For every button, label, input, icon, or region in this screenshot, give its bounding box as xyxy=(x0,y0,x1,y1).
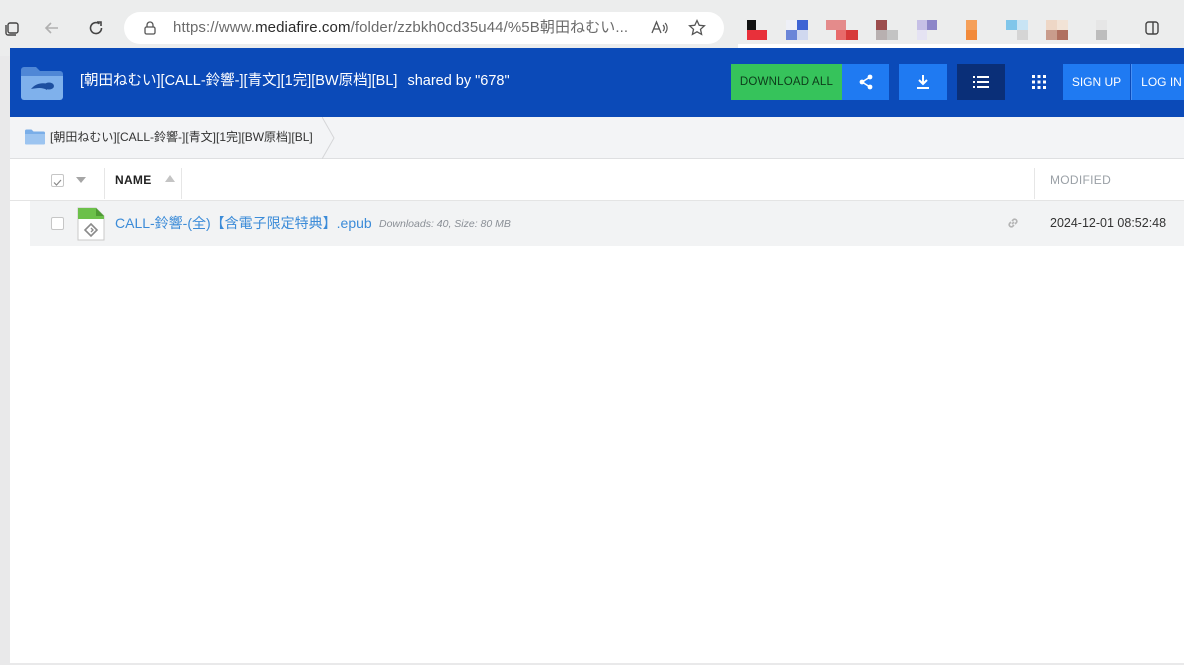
download-all-button[interactable]: DOWNLOAD ALL xyxy=(731,64,842,100)
log-in-button[interactable]: LOG IN xyxy=(1131,64,1184,100)
page-content: [朝田ねむい][CALL-鈴響-][青文][1完][BW原档][BL] share… xyxy=(10,48,1184,663)
column-divider xyxy=(181,168,182,199)
read-aloud-icon[interactable] xyxy=(649,18,669,38)
breadcrumb: [朝田ねむい][CALL-鈴響-][青文][1完][BW原档][BL] xyxy=(10,117,1184,159)
epub-file-icon xyxy=(77,207,105,241)
share-button[interactable] xyxy=(842,64,889,100)
grid-view-icon xyxy=(1032,75,1046,89)
bookmark-favicon-8[interactable] xyxy=(1046,20,1068,40)
grid-view-button[interactable] xyxy=(1015,64,1063,100)
bookmark-favicon-5[interactable] xyxy=(917,20,937,40)
column-header: NAME MODIFIED xyxy=(10,159,1184,201)
address-bar[interactable]: https://www.mediafire.com/folder/zzbkh0c… xyxy=(124,12,724,44)
folder-icon xyxy=(25,129,45,145)
download-icon xyxy=(917,75,929,89)
bookmark-favicon-2[interactable] xyxy=(786,20,808,40)
download-button[interactable] xyxy=(899,64,947,100)
list-view-button[interactable] xyxy=(957,64,1005,100)
sort-up-icon[interactable] xyxy=(165,175,175,182)
breadcrumb-item[interactable]: [朝田ねむい][CALL-鈴響-][青文][1完][BW原档][BL] xyxy=(50,117,313,158)
name-column-header[interactable]: NAME xyxy=(115,159,152,201)
column-divider xyxy=(104,168,105,199)
column-divider xyxy=(1034,168,1035,199)
folder-header: [朝田ねむい][CALL-鈴響-][青文][1完][BW原档][BL] share… xyxy=(10,48,1184,117)
bookmark-favicon-3[interactable] xyxy=(826,20,858,40)
folder-logo-icon[interactable] xyxy=(19,62,65,102)
bookmark-favicon-6[interactable] xyxy=(966,20,977,40)
sign-up-button[interactable]: SIGN UP xyxy=(1063,64,1130,100)
share-icon xyxy=(859,74,872,90)
split-screen-icon[interactable] xyxy=(1140,16,1164,40)
url-text[interactable]: https://www.mediafire.com/folder/zzbkh0c… xyxy=(173,12,628,44)
link-icon[interactable] xyxy=(1006,216,1020,230)
list-view-icon xyxy=(973,76,989,88)
bookmark-favicon-9[interactable] xyxy=(1096,20,1107,40)
bookmark-favicon-4[interactable] xyxy=(876,20,898,40)
back-icon[interactable] xyxy=(40,16,64,40)
bookmark-favicon-1[interactable] xyxy=(747,20,767,40)
folder-name: [朝田ねむい][CALL-鈴響-][青文][1完][BW原档][BL] xyxy=(80,73,398,89)
file-row[interactable]: CALL-鈴響-(全)【含電子限定特典】.epub Downloads: 40,… xyxy=(30,201,1184,246)
breadcrumb-separator xyxy=(322,117,335,159)
modified-column-header[interactable]: MODIFIED xyxy=(1050,159,1111,201)
reload-icon[interactable] xyxy=(84,16,108,40)
select-all-checkbox[interactable] xyxy=(51,174,64,187)
lock-icon[interactable] xyxy=(142,20,158,36)
shared-by: shared by "678" xyxy=(407,73,510,89)
favorite-star-icon[interactable] xyxy=(687,18,707,38)
file-modified-date: 2024-12-01 08:52:48 xyxy=(1050,216,1167,230)
tabs-icon[interactable] xyxy=(0,16,24,40)
checkbox-icon xyxy=(53,179,62,186)
bookmark-favicon-7[interactable] xyxy=(1006,20,1028,40)
file-name-link[interactable]: CALL-鈴響-(全)【含電子限定特典】.epub xyxy=(115,201,372,246)
caret-down-icon[interactable] xyxy=(76,177,86,183)
file-meta: Downloads: 40, Size: 80 MB xyxy=(379,218,511,230)
folder-title: [朝田ねむい][CALL-鈴響-][青文][1完][BW原档][BL] share… xyxy=(80,48,510,115)
file-checkbox[interactable] xyxy=(51,217,64,230)
